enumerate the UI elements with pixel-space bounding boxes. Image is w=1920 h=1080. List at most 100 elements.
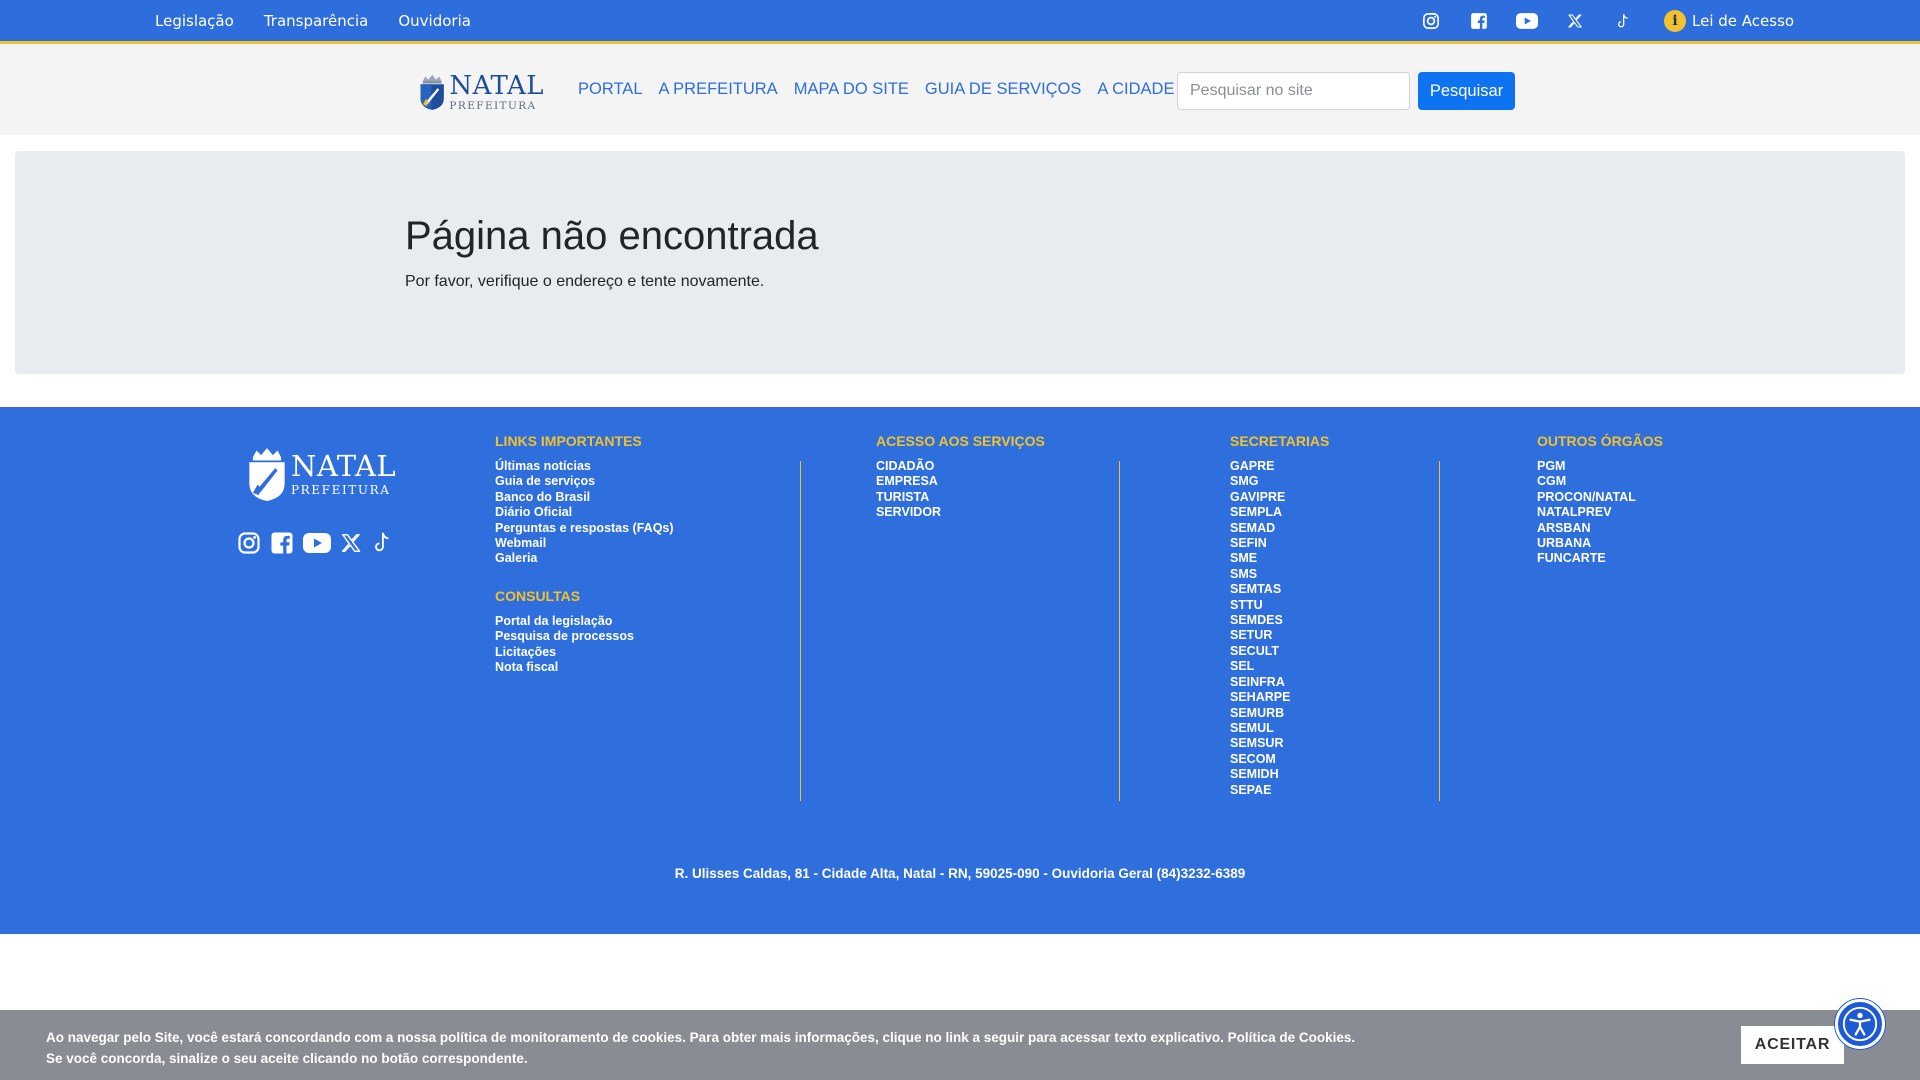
footer-link[interactable]: PROCON/NATAL [1537,490,1636,504]
footer-link[interactable]: GAVIPRE [1230,490,1285,504]
footer-link[interactable]: FUNCARTE [1537,551,1606,565]
youtube-icon[interactable] [303,533,331,553]
list-item: SEHARPE [1230,690,1329,705]
instagram-icon[interactable] [1418,8,1444,34]
list-item: Diário Oficial [495,505,674,520]
x-twitter-icon[interactable] [340,532,362,554]
footer-link[interactable]: Licitações [495,645,556,659]
nav-mapa-do-site[interactable]: MAPA DO SITE [794,80,909,99]
list-item: STTU [1230,598,1329,613]
natal-logo[interactable]: NATAL PREFEITURA [419,66,544,118]
footer-link[interactable]: Galeria [495,551,537,565]
footer-link[interactable]: NATALPREV [1537,505,1612,519]
youtube-icon[interactable] [1514,8,1540,34]
facebook-icon[interactable] [1466,8,1492,34]
footer-col-secretarias: SECRETARIAS GAPRE SMG GAVIPRE SEMPLA SEM… [1230,433,1329,798]
list-item: Licitações [495,645,674,660]
footer-link[interactable]: Guia de serviços [495,474,595,488]
footer-link[interactable]: Diário Oficial [495,505,572,519]
x-twitter-icon[interactable] [1562,8,1588,34]
footer-link[interactable]: SEMPLA [1230,505,1282,519]
outros-list: PGM CGM PROCON/NATAL NATALPREV ARSBAN UR… [1537,459,1663,567]
nav-a-prefeitura[interactable]: A PREFEITURA [659,80,778,99]
footer-link[interactable]: SEMIDH [1230,767,1279,781]
lei-de-acesso-link[interactable]: i Lei de Acesso [1664,0,1794,42]
list-item: EMPRESA [876,474,1045,489]
cookie-message-line-1: Ao navegar pelo Site, você estará concor… [46,1030,1356,1045]
footer-link[interactable]: CGM [1537,474,1566,488]
footer-link[interactable]: GAPRE [1230,459,1274,473]
facebook-icon[interactable] [270,531,294,555]
footer-logo[interactable]: NATAL PREFEITURA [247,443,397,505]
nav-guia-de-servicos[interactable]: GUIA DE SERVIÇOS [925,80,1082,99]
footer-link[interactable]: STTU [1230,598,1263,612]
column-divider [1439,461,1440,801]
footer-link[interactable]: SEHARPE [1230,690,1290,704]
list-item: SEMUL [1230,721,1329,736]
footer-link[interactable]: SEMUL [1230,721,1274,735]
footer-col-outros: OUTROS ÓRGÃOS PGM CGM PROCON/NATAL NATAL… [1537,433,1663,567]
cookie-message-line-2: Se você concorda, sinalize o seu aceite … [46,1051,528,1066]
tiktok-icon[interactable] [371,531,393,555]
instagram-icon[interactable] [237,531,261,555]
footer-link[interactable]: CIDADÃO [876,459,934,473]
footer-link[interactable]: SETUR [1230,628,1272,642]
footer-link[interactable]: Nota fiscal [495,660,558,674]
footer-link[interactable]: SEMTAS [1230,582,1281,596]
footer-link[interactable]: SEMURB [1230,706,1284,720]
accessibility-button[interactable] [1835,999,1885,1049]
footer-link[interactable]: SME [1230,551,1257,565]
coat-of-arms-icon [249,448,285,502]
footer-link[interactable]: Últimas notícias [495,459,591,473]
list-item: SMS [1230,567,1329,582]
footer-link[interactable]: ARSBAN [1537,521,1590,535]
list-item: SEFIN [1230,536,1329,551]
search-button[interactable]: Pesquisar [1418,72,1515,110]
search-input[interactable] [1177,72,1410,110]
footer-link[interactable]: SEMDES [1230,613,1283,627]
list-item: NATALPREV [1537,505,1663,520]
footer-link[interactable]: SEL [1230,659,1254,673]
footer-link[interactable]: SECOM [1230,752,1276,766]
footer-logo-subtitle: PREFEITURA [291,483,391,497]
logo-wordmark: NATAL PREFEITURA [449,73,544,112]
footer-link[interactable]: PGM [1537,459,1565,473]
list-item: ARSBAN [1537,521,1663,536]
footer-link[interactable]: SEINFRA [1230,675,1285,689]
cookie-consent-bar: Ao navegar pelo Site, você estará concor… [0,1010,1920,1080]
secretarias-heading: SECRETARIAS [1230,433,1330,449]
footer-link[interactable]: SERVIDOR [876,505,941,519]
list-item: SEMURB [1230,706,1329,721]
list-item: Webmail [495,536,674,551]
footer-link[interactable]: Banco do Brasil [495,490,590,504]
footer-link[interactable]: SEMSUR [1230,736,1283,750]
footer-link[interactable]: Webmail [495,536,546,550]
footer-link[interactable]: SECULT [1230,644,1279,658]
footer-link[interactable]: SEPAE [1230,783,1271,797]
footer-link[interactable]: SEMAD [1230,521,1275,535]
footer-link[interactable]: TURISTA [876,490,929,504]
footer-link[interactable]: EMPRESA [876,474,938,488]
list-item: Portal da legislação [495,614,674,629]
nav-portal[interactable]: PORTAL [578,80,643,99]
accessibility-icon [1842,1006,1878,1042]
footer-link[interactable]: URBANA [1537,536,1591,550]
top-link-transparencia[interactable]: Transparência [264,12,369,30]
footer-link[interactable]: SMG [1230,474,1258,488]
list-item: PGM [1537,459,1663,474]
footer-link[interactable]: SEFIN [1230,536,1267,550]
nav-a-cidade[interactable]: A CIDADE [1097,80,1174,99]
footer-link[interactable]: Perguntas e respostas (FAQs) [495,521,674,535]
column-divider [800,461,801,801]
footer-link[interactable]: Portal da legislação [495,614,612,628]
list-item: CGM [1537,474,1663,489]
tiktok-icon[interactable] [1610,8,1636,34]
outros-heading: OUTROS ÓRGÃOS [1537,433,1664,449]
top-link-legislacao[interactable]: Legislação [155,12,234,30]
consultas-list: Portal da legislação Pesquisa de process… [495,614,674,676]
list-item: PROCON/NATAL [1537,490,1663,505]
accept-cookies-button[interactable]: ACEITAR [1741,1026,1844,1064]
footer-link[interactable]: SMS [1230,567,1257,581]
footer-link[interactable]: Pesquisa de processos [495,629,634,643]
top-link-ouvidoria[interactable]: Ouvidoria [398,12,471,30]
